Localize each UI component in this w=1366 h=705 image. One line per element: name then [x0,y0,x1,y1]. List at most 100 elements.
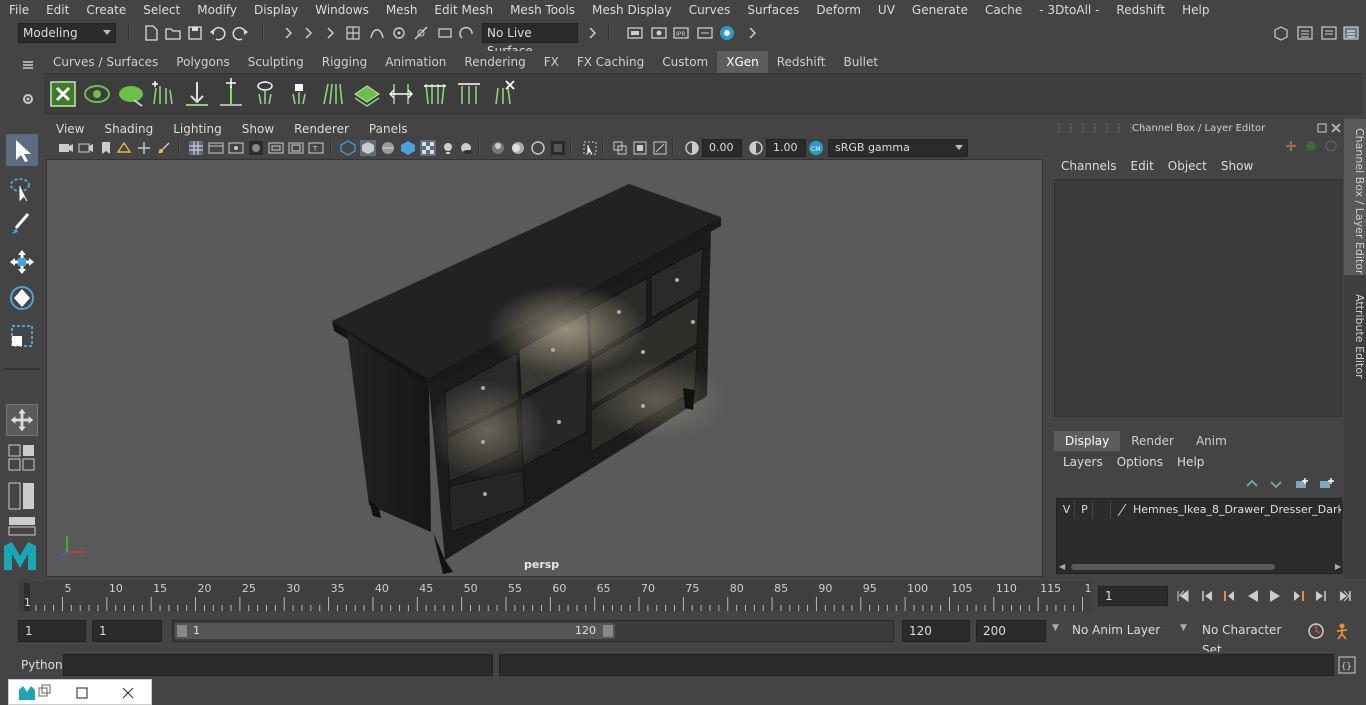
auto-key-icon[interactable] [1306,621,1326,641]
go-to-start-icon[interactable] [1176,589,1190,603]
collapse-arrow-icon[interactable] [744,24,762,42]
new-scene-icon[interactable] [142,24,160,42]
safe-title-icon[interactable]: T [308,140,324,156]
xray-icon[interactable] [612,140,628,156]
rotate-tool[interactable] [6,282,38,314]
tab-xgen[interactable]: XGen [717,51,768,73]
camera-select-icon[interactable] [58,140,74,156]
playback-end-field[interactable]: 120 [902,620,970,642]
add-guide-icon[interactable] [216,78,246,110]
play-backwards-icon[interactable] [1246,589,1260,603]
menu-select[interactable]: Select [134,0,188,20]
create-description-icon[interactable] [148,78,178,110]
gate-mask-icon[interactable] [248,140,264,156]
anti-aliasing-icon[interactable] [530,140,546,156]
menu-cache[interactable]: Cache [976,0,1030,20]
menu-generate[interactable]: Generate [903,0,976,20]
scene-start-field[interactable]: 1 [18,620,86,642]
chevron-down-icon[interactable]: ▼ [1180,623,1187,633]
menu-help[interactable]: Help [1173,0,1217,20]
delete-guide-icon[interactable] [488,78,518,110]
layer-color-icon[interactable] [1115,503,1129,517]
menu-edit-mesh[interactable]: Edit Mesh [425,0,501,20]
guide-visibility-icon[interactable] [250,78,280,110]
layer-row[interactable]: V P Hemnes_Ikea_8_Drawer_Dresser_Dark_G [1057,501,1343,519]
tab-anim[interactable]: Anim [1184,431,1238,451]
le-menu-options[interactable]: Options [1110,455,1170,469]
place-guide-icon[interactable] [182,78,212,110]
mode-dropdown[interactable]: Modeling [18,23,116,43]
script-editor-icon[interactable]: {} [1338,656,1356,674]
tab-bullet[interactable]: Bullet [834,51,888,73]
viewport-menu-lighting[interactable]: Lighting [163,119,232,139]
guide-scale-icon[interactable] [386,78,416,110]
grid-toggle-2d-icon[interactable] [136,140,152,156]
workspace-icon[interactable] [1272,24,1290,42]
tab-display[interactable]: Display [1054,431,1121,451]
open-scene-icon[interactable] [164,24,182,42]
menu-uv[interactable]: UV [869,0,903,20]
pan-zoom-icon[interactable] [156,140,172,156]
menu-edit[interactable]: Edit [37,0,77,20]
menu-redshift[interactable]: Redshift [1107,0,1173,20]
new-layer-selected-icon[interactable] [1318,477,1334,491]
layout-quad-icon[interactable] [8,444,36,472]
resolution-gate-icon[interactable] [228,140,244,156]
move-layer-up-icon[interactable] [1244,477,1260,491]
menu-curves[interactable]: Curves [680,0,739,20]
close-icon[interactable] [1330,122,1342,134]
exposure-field[interactable]: 0.00 [702,139,742,157]
range-end-grip[interactable] [603,625,613,637]
xray-joints-icon[interactable] [632,140,648,156]
step-forward-key-icon[interactable] [1292,589,1306,603]
default-material-icon[interactable] [400,140,416,156]
gamma-icon[interactable] [748,140,764,156]
exposure-icon[interactable] [684,140,700,156]
image-plane-icon[interactable] [116,140,132,156]
redo-icon[interactable] [232,24,250,42]
tab-rigging[interactable]: Rigging [312,51,377,73]
layer-playback-toggle[interactable]: P [1077,501,1093,519]
wireframe-icon[interactable] [340,140,356,156]
grid-icon[interactable] [188,140,204,156]
menu-modify[interactable]: Modify [188,0,245,20]
wireframe-on-shaded-icon[interactable] [380,140,396,156]
motion-blur-icon[interactable] [510,140,526,156]
xgen-editor-icon[interactable] [48,78,78,110]
animation-preferences-icon[interactable] [1334,621,1354,641]
make-live-icon[interactable] [458,24,476,42]
tool-settings-toggle-icon[interactable] [1320,24,1338,42]
current-frame-field[interactable]: 1 [1098,586,1168,606]
layer-visibility-toggle[interactable]: V [1059,501,1075,519]
le-menu-help[interactable]: Help [1170,455,1211,469]
viewport-menu-renderer[interactable]: Renderer [284,119,359,139]
new-layer-icon[interactable] [1294,477,1310,491]
menu-windows[interactable]: Windows [306,0,377,20]
menu-3dtoall[interactable]: - 3DtoAll - [1030,0,1107,20]
xray-components-icon[interactable] [652,140,668,156]
command-language-label[interactable]: Python [21,658,63,672]
ambient-occlusion-icon[interactable] [490,140,506,156]
restore-icon[interactable] [17,684,51,702]
manipulator-icon[interactable] [1284,139,1298,153]
shelf-menu-icon[interactable] [20,57,36,73]
shadows-icon[interactable] [458,140,474,156]
cb-menu-edit[interactable]: Edit [1124,159,1161,173]
depth-of-field-icon[interactable] [550,140,566,156]
bookmark-icon[interactable] [98,140,114,156]
lasso-tool[interactable] [6,172,38,204]
guide-flatten-icon[interactable] [454,78,484,110]
layer-display-type[interactable] [1095,501,1111,519]
float-panel-icon[interactable] [1316,122,1328,134]
tab-polygons[interactable]: Polygons [167,51,239,73]
playback-start-field[interactable]: 1 [92,620,162,642]
anim-layer-dropdown[interactable]: No Anim Layer [1066,620,1174,642]
close-icon[interactable] [121,686,135,700]
character-set-dropdown[interactable]: No Character Set [1196,620,1300,657]
step-back-key-icon[interactable] [1222,589,1236,603]
menu-create[interactable]: Create [77,0,134,20]
collapse-arrow-icon[interactable] [280,24,298,42]
tab-fx-caching[interactable]: FX Caching [567,51,654,73]
tab-render[interactable]: Render [1120,431,1185,451]
ipr-render-icon[interactable]: IPR [672,24,690,42]
